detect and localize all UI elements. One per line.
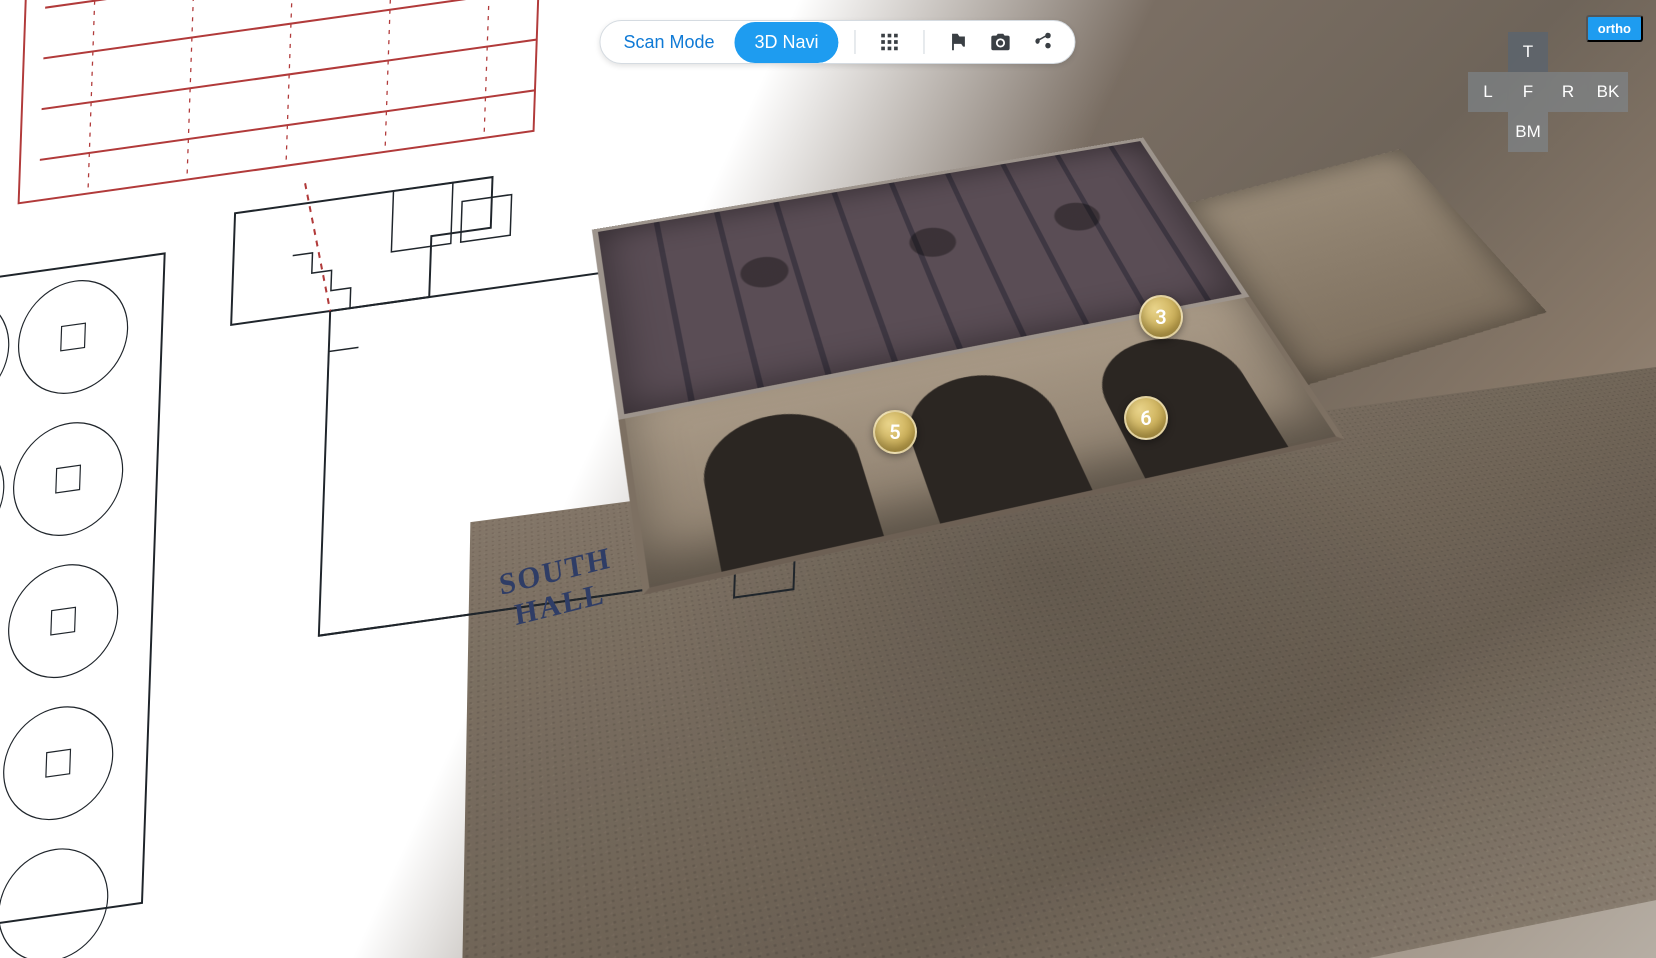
flag-icon [948,31,970,53]
mode-toggle: Scan Mode 3D Navi [603,22,838,63]
share-button[interactable] [1025,24,1061,60]
grid-icon [879,31,901,53]
flag-button[interactable] [941,24,977,60]
snapshot-button[interactable] [983,24,1019,60]
arch-opening [894,364,1093,524]
grid-button[interactable] [872,24,908,60]
share-icon [1032,31,1054,53]
viewcube-left[interactable]: L [1468,72,1508,112]
viewcube-top[interactable]: T [1508,32,1548,72]
scan-marker[interactable]: 6 [1124,396,1168,440]
top-toolbar: Scan Mode 3D Navi [599,20,1075,64]
viewcube-bottom[interactable]: BM [1508,112,1548,152]
projection-toggle[interactable]: ortho [1586,15,1643,42]
viewport-3d[interactable]: SOUTH HALL 365 Scan Mode 3D Navi [0,0,1656,958]
scan-marker[interactable]: 5 [873,410,917,454]
scan-marker[interactable]: 3 [1139,295,1183,339]
viewcube: T L F R BK BM [1468,32,1628,152]
arch-opening [694,402,884,572]
scan-mode-button[interactable]: Scan Mode [603,22,734,63]
viewcube-front[interactable]: F [1508,72,1548,112]
viewcube-back[interactable]: BK [1588,72,1628,112]
arch-opening [1082,328,1288,479]
camera-icon [990,31,1012,53]
3d-navi-button[interactable]: 3D Navi [735,22,839,63]
toolbar-divider [924,30,925,54]
toolbar-divider [855,30,856,54]
viewcube-right[interactable]: R [1548,72,1588,112]
